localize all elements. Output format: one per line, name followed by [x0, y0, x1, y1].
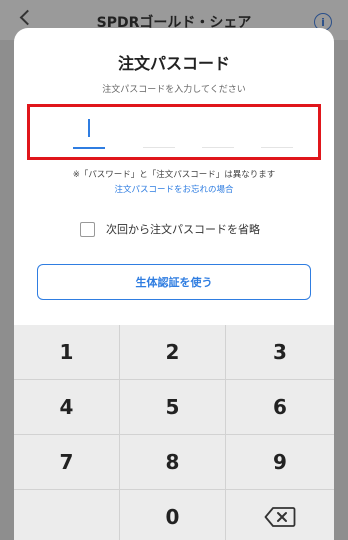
skip-passcode-label: 次回から注文パスコードを省略: [106, 223, 260, 236]
key-0[interactable]: 0: [120, 490, 226, 540]
passcode-slot-1[interactable]: [73, 147, 105, 149]
forgot-passcode-link[interactable]: 注文パスコードをお忘れの場合: [14, 183, 334, 195]
key-1[interactable]: 1: [14, 325, 120, 380]
key-2[interactable]: 2: [120, 325, 226, 380]
key-9[interactable]: 9: [226, 435, 334, 490]
key-4[interactable]: 4: [14, 380, 120, 435]
key-5[interactable]: 5: [120, 380, 226, 435]
input-cursor: [88, 119, 90, 137]
sheet-title: 注文パスコード: [117, 54, 230, 73]
skip-passcode-option[interactable]: 次回から注文パスコードを省略: [80, 220, 260, 238]
passcode-sheet: 注文パスコード 注文パスコードを入力してください ※「パスワード」と「注文パスコ…: [14, 28, 334, 540]
delete-key[interactable]: [226, 490, 334, 540]
skip-passcode-checkbox[interactable]: [80, 221, 95, 237]
key-6[interactable]: 6: [226, 380, 334, 435]
numeric-keypad: 1 2 3 4 5 6 7 8 9 0: [14, 325, 334, 540]
passcode-slot-3[interactable]: [202, 147, 234, 148]
passcode-slot-4[interactable]: [261, 147, 293, 148]
key-8[interactable]: 8: [120, 435, 226, 490]
key-blank: [14, 490, 120, 540]
password-difference-note: ※「パスワード」と「注文パスコード」は異なります: [72, 170, 276, 180]
passcode-input-area[interactable]: [27, 104, 321, 160]
key-3[interactable]: 3: [226, 325, 334, 380]
key-7[interactable]: 7: [14, 435, 120, 490]
passcode-slot-2[interactable]: [143, 147, 175, 148]
biometric-auth-button[interactable]: 生体認証を使う: [37, 264, 311, 300]
backspace-icon: [264, 507, 296, 527]
sheet-subtitle: 注文パスコードを入力してください: [102, 85, 246, 95]
